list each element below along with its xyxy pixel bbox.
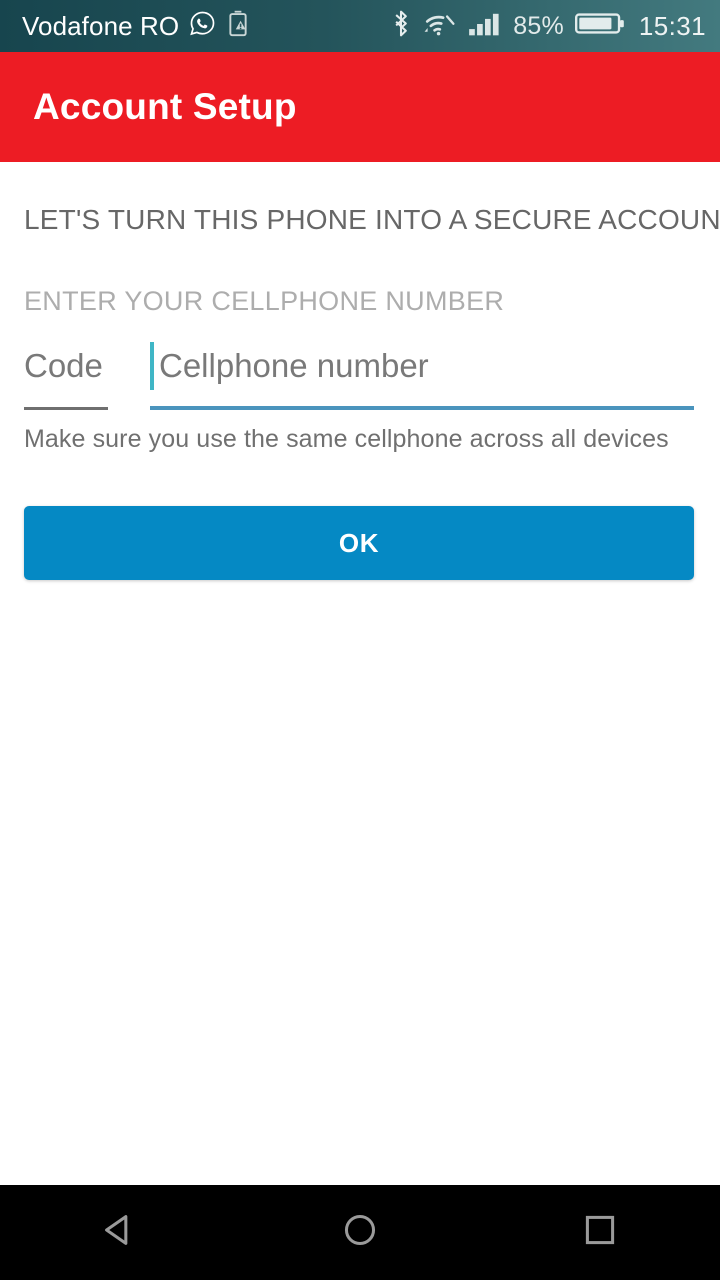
status-bar-left: Vodafone RO bbox=[22, 10, 250, 42]
status-bar-right: 85% 15:31 bbox=[391, 9, 706, 43]
page-title: Account Setup bbox=[33, 86, 297, 127]
phone-screen: Vodafone RO 85% 15:31 Account Setup LET'… bbox=[0, 0, 720, 1280]
phone-entry-row: Code Cellphone number bbox=[0, 340, 720, 410]
battery-warning-icon bbox=[226, 10, 250, 42]
nav-recents-button[interactable] bbox=[480, 1185, 720, 1280]
country-code-field[interactable]: Code bbox=[24, 340, 108, 410]
helper-text: Make sure you use the same cellphone acr… bbox=[24, 425, 669, 453]
square-icon bbox=[579, 1209, 621, 1256]
headline-text: LET'S TURN THIS PHONE INTO A SECURE ACCO… bbox=[24, 204, 720, 235]
battery-icon bbox=[574, 10, 625, 42]
bluetooth-icon bbox=[391, 9, 411, 43]
text-caret bbox=[150, 342, 154, 390]
cellphone-number-underline bbox=[150, 406, 694, 410]
cellphone-number-placeholder: Cellphone number bbox=[159, 347, 429, 384]
nav-back-button[interactable] bbox=[0, 1185, 240, 1280]
whatsapp-icon bbox=[189, 10, 216, 42]
status-bar: Vodafone RO 85% 15:31 bbox=[0, 0, 720, 52]
battery-percent-label: 85% bbox=[513, 11, 564, 40]
section-label: ENTER YOUR CELLPHONE NUMBER bbox=[24, 286, 505, 316]
cellphone-number-field[interactable]: Cellphone number bbox=[150, 340, 694, 410]
circle-icon bbox=[339, 1209, 381, 1256]
nav-home-button[interactable] bbox=[240, 1185, 480, 1280]
cellular-signal-icon bbox=[468, 10, 502, 43]
triangle-left-icon bbox=[99, 1209, 141, 1256]
country-code-underline bbox=[24, 407, 108, 410]
navigation-bar bbox=[0, 1185, 720, 1280]
clock-label: 15:31 bbox=[638, 10, 706, 41]
app-bar: Account Setup bbox=[0, 52, 720, 162]
main-content: LET'S TURN THIS PHONE INTO A SECURE ACCO… bbox=[0, 162, 720, 1185]
carrier-label: Vodafone RO bbox=[22, 10, 180, 41]
country-code-placeholder: Code bbox=[24, 347, 103, 384]
wifi-icon bbox=[422, 10, 457, 43]
ok-button[interactable]: OK bbox=[24, 506, 694, 580]
